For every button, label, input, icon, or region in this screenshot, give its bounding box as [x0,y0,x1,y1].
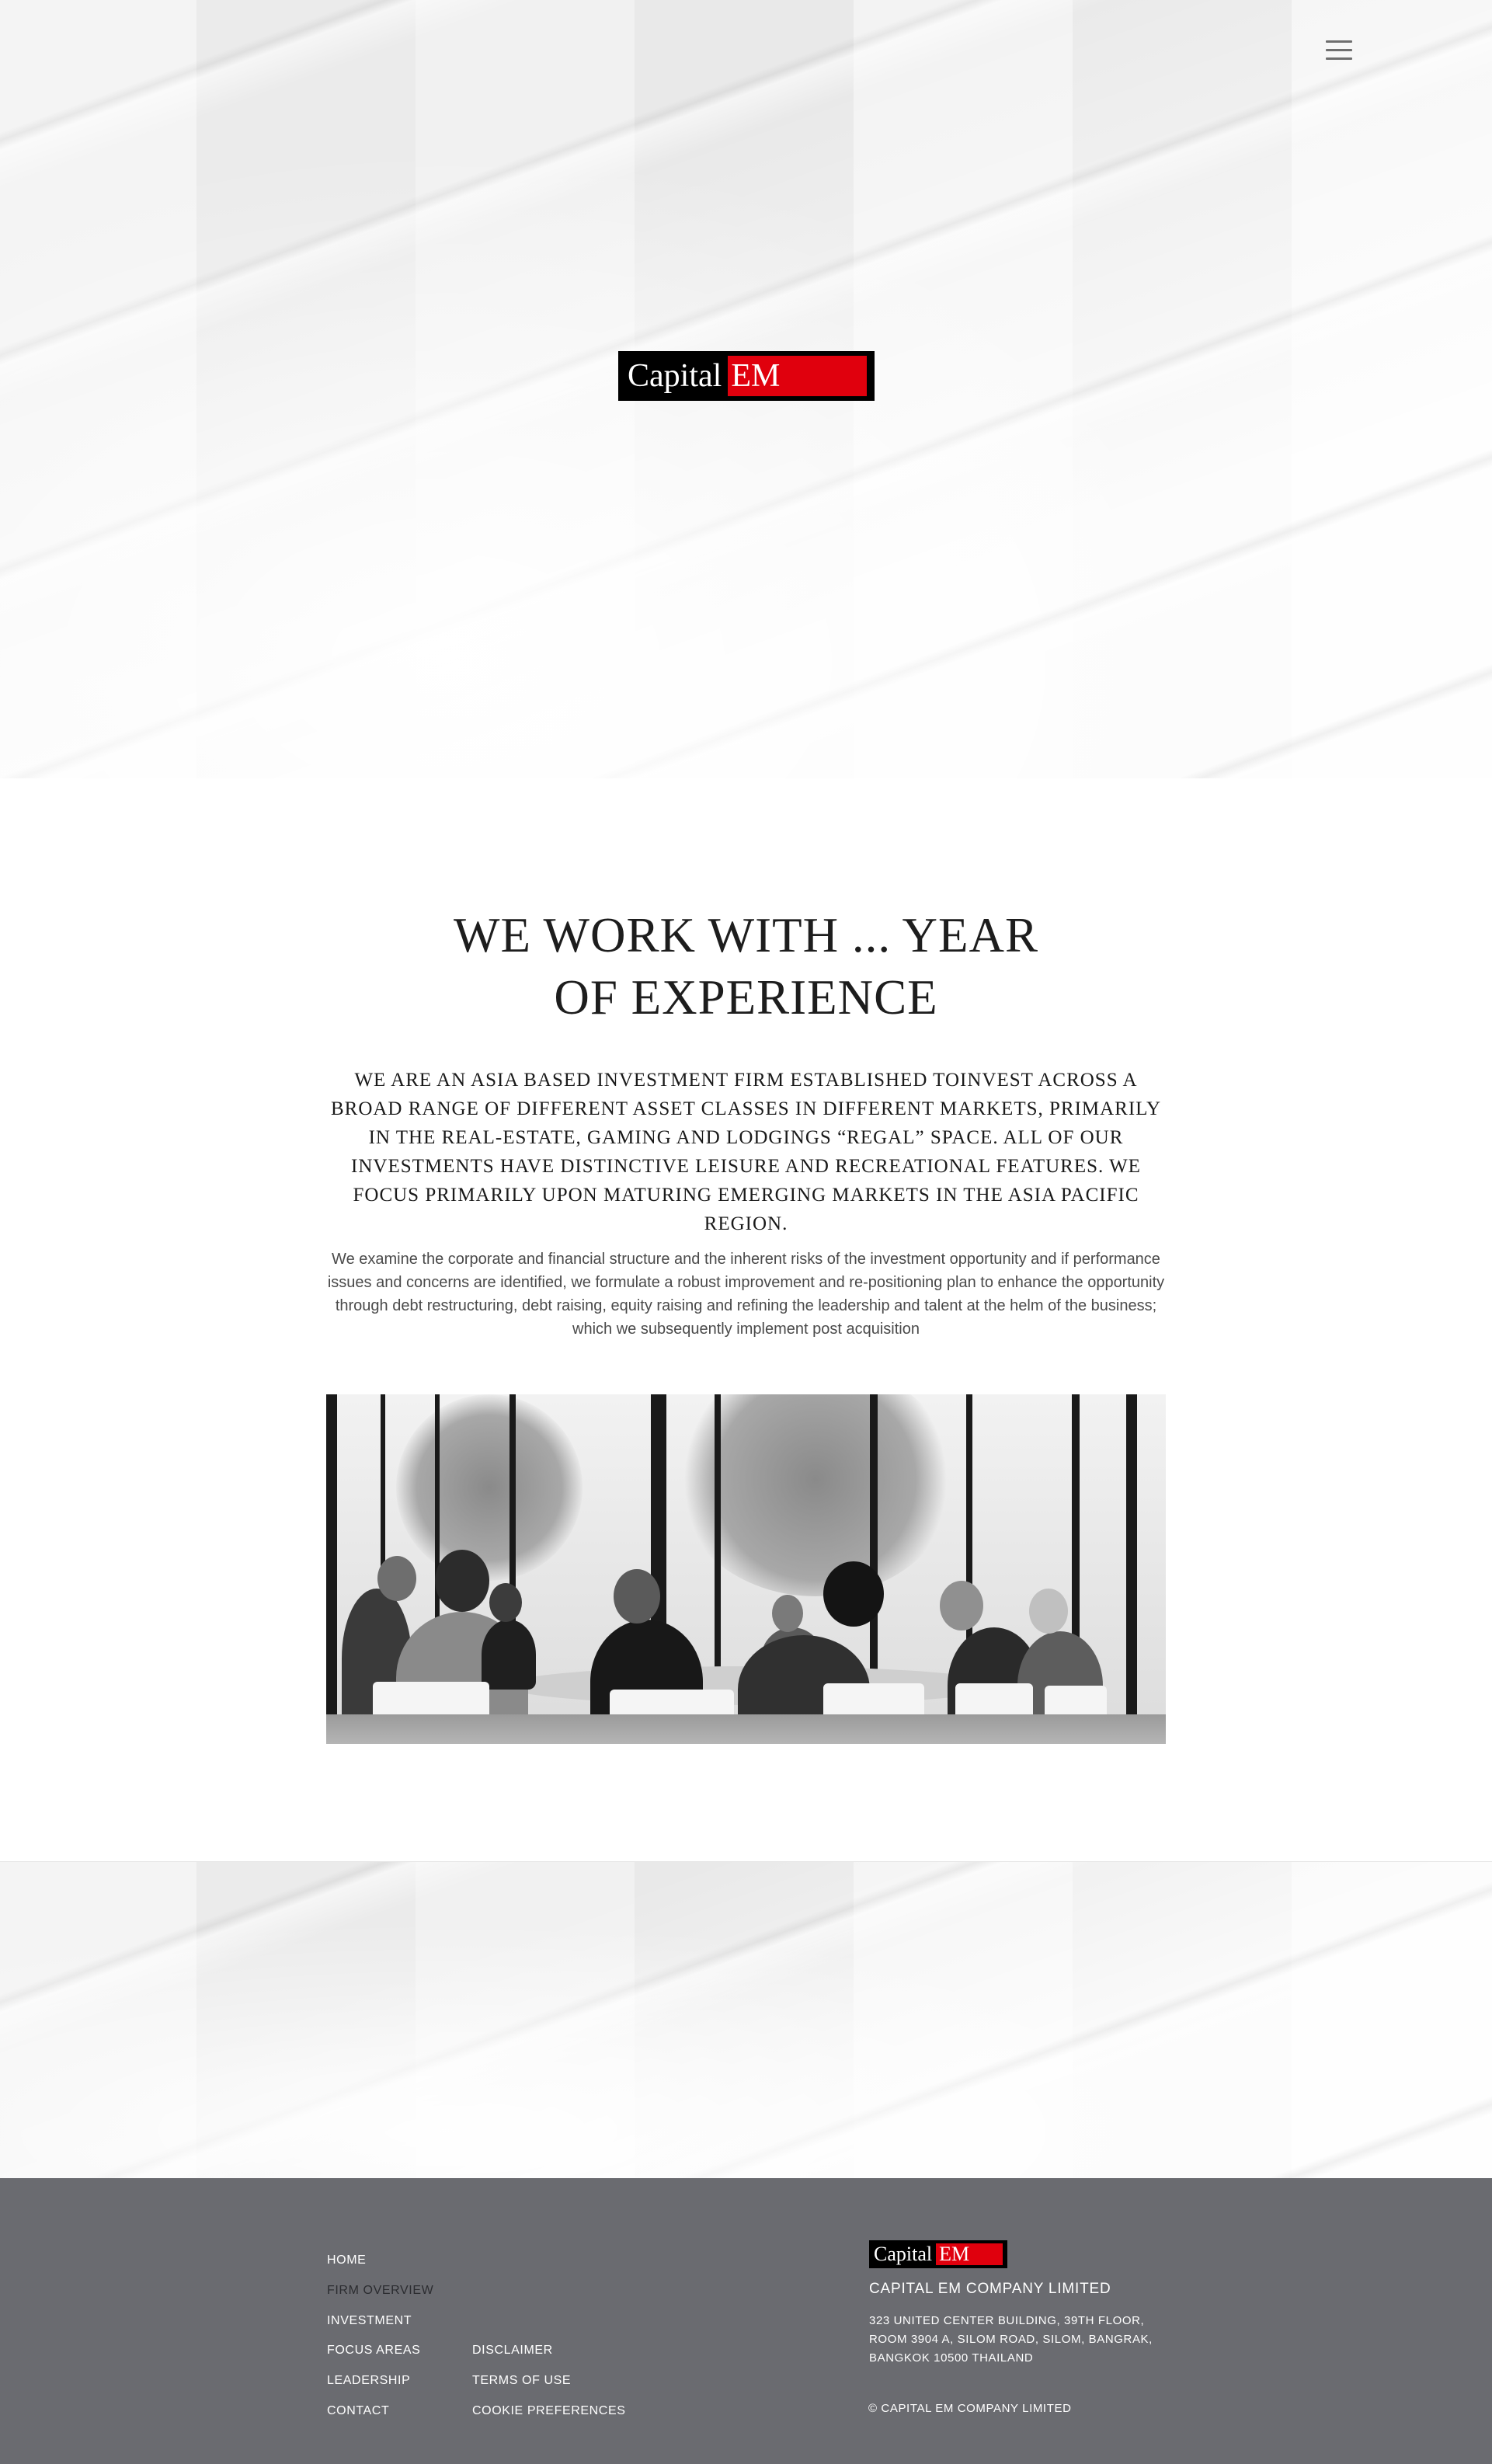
main-content: WE WORK WITH ... YEAR OF EXPERIENCE We a… [0,778,1492,1861]
photo-mullion [326,1394,337,1744]
logo-text-em: EM [728,356,867,396]
footer-link-firm-overview[interactable]: FIRM OVERVIEW [327,2283,433,2299]
footer-link-terms-of-use[interactable]: TERMS OF USE [472,2373,571,2389]
photo-person-head [823,1561,884,1627]
footer-link-focus-areas[interactable]: FOCUS AREAS [327,2343,420,2358]
copyright-notice: © CAPITAL EM COMPANY LIMITED [868,2402,1072,2415]
photo-person-head [772,1595,803,1632]
photo-person [482,1620,536,1690]
page-headline: WE WORK WITH ... YEAR OF EXPERIENCE [326,904,1166,1028]
photo-floor [326,1714,1166,1744]
site-footer: HOME FIRM OVERVIEW INVESTMENT FOCUS AREA… [0,2178,1492,2464]
footer-link-home[interactable]: HOME [327,2253,366,2268]
photo-person-head [377,1556,416,1601]
footer-link-leadership[interactable]: LEADERSHIP [327,2373,410,2389]
intro-paragraph: We are an Asia based investment firm est… [330,1070,1162,1234]
photo-person-head [489,1583,522,1622]
footer-logo-text-em: EM [936,2243,1003,2265]
hero-logo[interactable]: Capital EM [618,351,875,401]
photo-person-head [1029,1589,1068,1634]
footer-link-investment[interactable]: INVESTMENT [327,2313,412,2329]
footer-logo[interactable]: Capital EM [869,2240,1007,2268]
address-line-3: BANGKOK 10500 THAILAND [869,2351,1034,2365]
company-name: CAPITAL EM COMPANY LIMITED [869,2281,1111,2297]
photo-person-head [435,1550,489,1612]
hamburger-menu-icon[interactable] [1325,40,1353,62]
company-address: 323 UNITED CENTER BUILDING, 39TH FLOOR, … [869,2312,1195,2368]
footer-link-contact[interactable]: CONTACT [327,2403,389,2419]
photo-person-head [940,1581,983,1630]
address-line-2: ROOM 3904 A, SILOM ROAD, SILOM, BANGRAK, [869,2333,1153,2346]
headline-line-1: WE WORK WITH ... YEAR [454,908,1038,962]
photo-person-head [614,1569,660,1624]
photo-mullion [1126,1394,1137,1744]
photo-tree [396,1394,583,1581]
meeting-photo [326,1394,1166,1744]
decorative-band [0,1861,1492,2178]
headline-line-2: OF EXPERIENCE [554,970,938,1025]
logo-text-capital: Capital [628,358,722,394]
footer-link-disclaimer[interactable]: DISCLAIMER [472,2343,553,2358]
footer-logo-text-capital: Capital [874,2243,933,2265]
body-paragraph: We examine the corporate and financial s… [327,1251,1165,1338]
address-line-1: 323 UNITED CENTER BUILDING, 39TH FLOOR, [869,2314,1145,2327]
footer-link-cookie-preferences[interactable]: COOKIE PREFERENCES [472,2403,626,2419]
